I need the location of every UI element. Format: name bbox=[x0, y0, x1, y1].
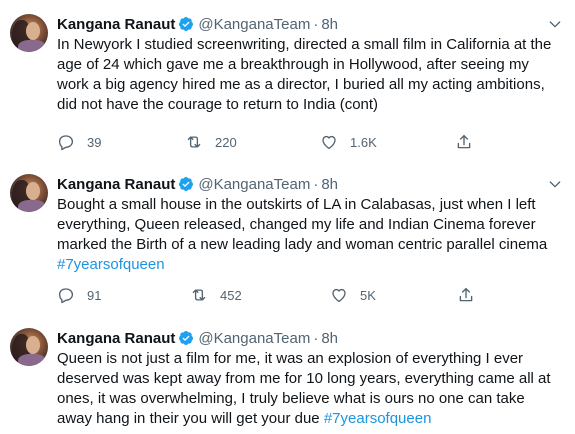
share-icon bbox=[459, 287, 473, 302]
retweet-count: 220 bbox=[215, 134, 237, 150]
tweet-header: Kangana Ranaut @KanganaTeam · 8h bbox=[57, 15, 338, 33]
avatar[interactable] bbox=[10, 328, 48, 366]
author-name[interactable]: Kangana Ranaut bbox=[57, 330, 175, 347]
verified-badge-icon bbox=[179, 17, 194, 31]
timestamp[interactable]: 8h bbox=[321, 176, 338, 193]
reply-button[interactable]: 91 bbox=[57, 285, 101, 305]
author-handle[interactable]: @KanganaTeam bbox=[198, 330, 310, 347]
tweet-actions: 91 452 5K bbox=[57, 285, 497, 305]
heart-icon bbox=[322, 135, 336, 150]
separator: · bbox=[313, 175, 319, 193]
verified-badge-icon bbox=[179, 331, 194, 345]
separator: · bbox=[313, 329, 319, 347]
retweet-count: 452 bbox=[220, 287, 242, 303]
retweet-button[interactable]: 452 bbox=[190, 285, 242, 305]
timestamp[interactable]: 8h bbox=[321, 16, 338, 33]
heart-icon bbox=[332, 288, 346, 303]
tweet-header: Kangana Ranaut @KanganaTeam · 8h bbox=[57, 329, 338, 347]
tweet[interactable]: Kangana Ranaut @KanganaTeam · 8h In Newy… bbox=[0, 14, 575, 160]
like-button[interactable]: 5K bbox=[330, 285, 376, 305]
tweet-body: Queen is not just a film for me, it was … bbox=[57, 350, 551, 427]
tweet-text: Bought a small house in the outskirts of… bbox=[57, 195, 562, 275]
share-button[interactable] bbox=[455, 132, 485, 152]
author-name[interactable]: Kangana Ranaut bbox=[57, 176, 175, 193]
share-button[interactable] bbox=[457, 285, 487, 305]
separator: · bbox=[313, 15, 319, 33]
tweet-header: Kangana Ranaut @KanganaTeam · 8h bbox=[57, 175, 338, 193]
avatar[interactable] bbox=[10, 14, 48, 52]
chevron-down-icon[interactable] bbox=[547, 16, 563, 32]
like-count: 5K bbox=[360, 287, 376, 303]
tweet-actions: 39 220 1.6K bbox=[57, 132, 497, 152]
reply-count: 39 bbox=[87, 134, 102, 150]
like-button[interactable]: 1.6K bbox=[320, 132, 377, 152]
share-icon bbox=[457, 134, 471, 149]
retweet-icon bbox=[187, 136, 201, 148]
tweet-body: Bought a small house in the outskirts of… bbox=[57, 196, 548, 253]
reply-icon bbox=[58, 288, 74, 304]
hashtag-link[interactable]: #7yearsofqueen bbox=[324, 410, 432, 427]
avatar[interactable] bbox=[10, 174, 48, 212]
hashtag-link[interactable]: #7yearsofqueen bbox=[57, 256, 165, 273]
reply-button[interactable]: 39 bbox=[57, 132, 101, 152]
retweet-icon bbox=[192, 289, 206, 301]
tweet[interactable]: Kangana Ranaut @KanganaTeam · 8h Queen i… bbox=[0, 328, 575, 434]
reply-icon bbox=[58, 135, 74, 151]
tweet[interactable]: Kangana Ranaut @KanganaTeam · 8h Bought … bbox=[0, 174, 575, 324]
author-name[interactable]: Kangana Ranaut bbox=[57, 16, 175, 33]
chevron-down-icon[interactable] bbox=[547, 176, 563, 192]
tweet-text: In Newyork I studied screenwriting, dire… bbox=[57, 35, 562, 115]
author-handle[interactable]: @KanganaTeam bbox=[198, 176, 310, 193]
retweet-button[interactable]: 220 bbox=[185, 132, 237, 152]
tweet-body: In Newyork I studied screenwriting, dire… bbox=[57, 36, 552, 113]
author-handle[interactable]: @KanganaTeam bbox=[198, 16, 310, 33]
reply-count: 91 bbox=[87, 287, 102, 303]
timestamp[interactable]: 8h bbox=[321, 330, 338, 347]
tweet-text: Queen is not just a film for me, it was … bbox=[57, 349, 562, 429]
verified-badge-icon bbox=[179, 177, 194, 191]
like-count: 1.6K bbox=[350, 134, 377, 150]
